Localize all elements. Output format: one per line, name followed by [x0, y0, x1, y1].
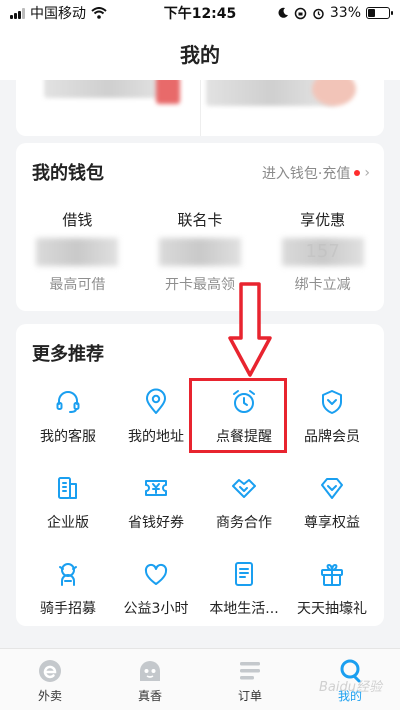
notice-dot — [354, 170, 361, 176]
wallet-title: 我的钱包 — [32, 163, 104, 184]
grid-item-daily-lottery[interactable]: 天天抽壕礼 — [288, 554, 376, 640]
blurred-value — [36, 238, 119, 266]
alarm-clock-icon — [228, 386, 260, 418]
wallet-item-discount[interactable]: 享优惠 157 绑卡立减 — [261, 209, 384, 299]
alarm-status-icon — [313, 8, 324, 19]
handshake-icon — [228, 472, 260, 504]
status-bar: 中国移动 下午12:45 33% — [0, 0, 400, 26]
list-icon — [240, 662, 260, 680]
gift-icon — [316, 558, 348, 590]
tab-zhenxiang[interactable]: 真香 — [100, 649, 200, 710]
building-icon — [52, 472, 84, 504]
moon-icon — [278, 7, 288, 18]
grid-item-coupons[interactable]: 省钱好券 — [112, 468, 200, 554]
carrier-name: 中国移动 — [30, 6, 86, 22]
grid-item-local-life[interactable]: 本地生活... — [200, 554, 288, 640]
wallet-enter-link[interactable]: 进入钱包·充值 › — [262, 163, 370, 183]
mascot-icon — [140, 661, 160, 681]
wallet-link-label: 进入钱包·充值 — [261, 166, 351, 182]
grid-item-enterprise[interactable]: 企业版 — [24, 468, 112, 554]
grid-item-charity[interactable]: 公益3小时 — [112, 554, 200, 640]
grid-item-brand-member[interactable]: 品牌会员 — [288, 382, 376, 468]
blurred-badge — [156, 76, 180, 104]
wallet-item-cobrand-card[interactable]: 联名卡 开卡最高领 — [139, 209, 262, 299]
document-icon — [228, 558, 260, 590]
grid-item-exclusive-rights[interactable]: 尊享权益 — [288, 468, 376, 554]
grid-item-rider-recruit[interactable]: 骑手招募 — [24, 554, 112, 640]
headset-icon — [52, 386, 84, 418]
tab-orders[interactable]: 订单 — [200, 649, 300, 710]
rider-icon — [52, 558, 84, 590]
watermark: Baidu经验 — [319, 680, 382, 695]
blurred-value — [159, 238, 241, 266]
grid-item-address[interactable]: 我的地址 — [112, 382, 200, 468]
signal-icon — [10, 7, 25, 19]
yuan-coupon-icon — [140, 472, 172, 504]
location-pin-icon — [140, 386, 172, 418]
more-recommendations-card: 更多推荐 我的客服 我的地址 点餐提醒 品牌会员 企业版 省钱好券 商务合作 尊… — [16, 324, 384, 626]
blurred-value: 157 — [281, 238, 364, 266]
wallet-card: 我的钱包 进入钱包·充值 › 借钱 最高可借 联名卡 开卡最高领 享优惠 157… — [16, 143, 384, 311]
rotation-lock-icon — [294, 7, 307, 19]
heart-hands-icon — [140, 558, 172, 590]
battery-icon — [366, 7, 393, 19]
tab-takeout[interactable]: 外卖 — [0, 649, 100, 710]
eleme-logo-icon — [39, 660, 61, 682]
diamond-icon — [316, 472, 348, 504]
grid-item-business-cooperation[interactable]: 商务合作 — [200, 468, 288, 554]
grid-item-order-reminder[interactable]: 点餐提醒 — [200, 382, 288, 468]
badge-check-icon — [316, 386, 348, 418]
chevron-right-icon: › — [364, 165, 370, 181]
page-title: 我的 — [0, 26, 400, 80]
grid-item-customer-service[interactable]: 我的客服 — [24, 382, 112, 468]
wallet-item-borrow[interactable]: 借钱 最高可借 — [16, 209, 139, 299]
more-title: 更多推荐 — [32, 344, 104, 365]
battery-percent: 33% — [329, 5, 361, 21]
wifi-icon — [91, 7, 107, 19]
